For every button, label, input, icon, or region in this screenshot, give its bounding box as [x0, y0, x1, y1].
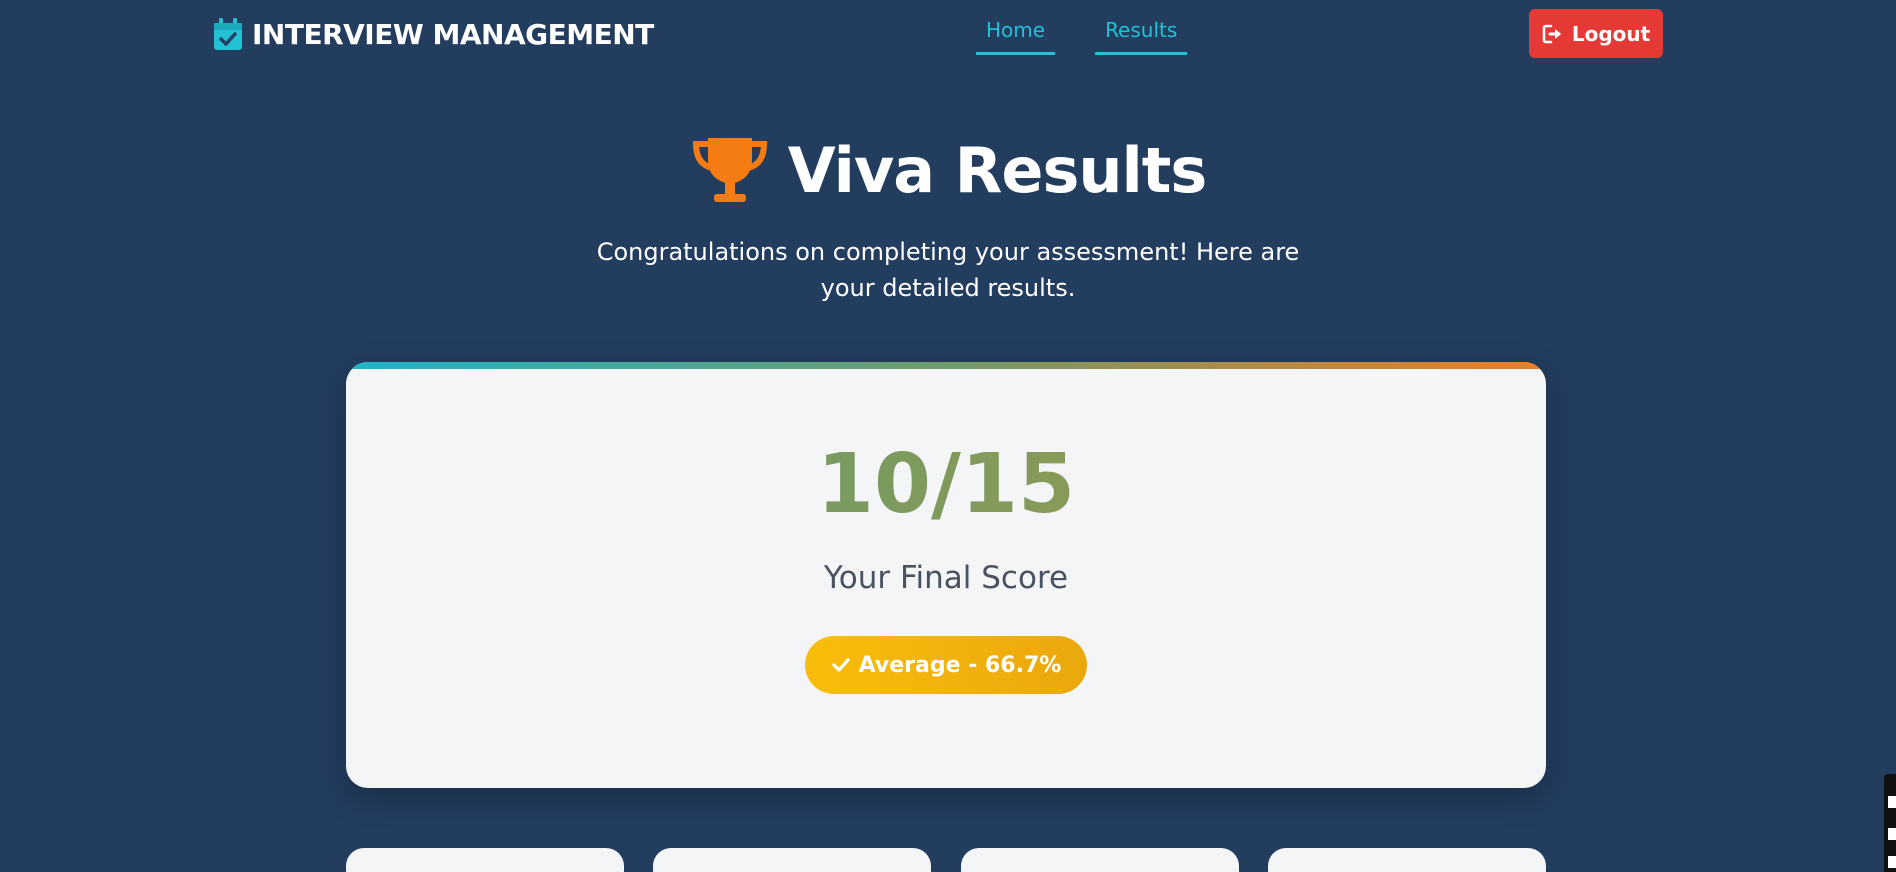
page-subtitle: Congratulations on completing your asses…	[596, 238, 1300, 302]
navbar: INTERVIEW MANAGEMENT Home Results Logout	[0, 0, 1896, 68]
nav-links: Home Results	[976, 18, 1188, 55]
brand[interactable]: INTERVIEW MANAGEMENT	[214, 16, 654, 52]
brand-title: INTERVIEW MANAGEMENT	[252, 17, 654, 51]
score-card: 10/15 Your Final Score Average - 66.7%	[346, 362, 1546, 788]
sign-out-icon	[1542, 24, 1561, 43]
performance-badge-text: Average - 66.7%	[858, 652, 1062, 678]
logout-button[interactable]: Logout	[1529, 9, 1663, 58]
side-widget-mark	[1888, 828, 1896, 840]
score-value: 10/15	[346, 440, 1546, 530]
page-title: Viva Results	[690, 130, 1207, 210]
stat-card	[653, 848, 931, 872]
performance-badge: Average - 66.7%	[804, 636, 1088, 694]
calendar-check-icon	[214, 18, 242, 50]
nav-link-home[interactable]: Home	[976, 18, 1056, 55]
check-icon	[832, 658, 850, 672]
page-title-text: Viva Results	[787, 133, 1208, 207]
stat-card	[1268, 848, 1546, 872]
side-widget[interactable]	[1884, 774, 1896, 872]
stat-card	[961, 848, 1239, 872]
side-widget-mark	[1888, 856, 1896, 868]
card-accent-bar	[346, 362, 1546, 369]
results-header: Viva Results Congratulations on completi…	[0, 130, 1896, 306]
score-label: Your Final Score	[823, 560, 1069, 596]
trophy-icon	[692, 138, 767, 202]
stat-card	[346, 848, 624, 872]
side-widget-mark	[1888, 796, 1896, 808]
logout-label: Logout	[1571, 21, 1651, 46]
nav-link-results[interactable]: Results	[1095, 18, 1188, 55]
